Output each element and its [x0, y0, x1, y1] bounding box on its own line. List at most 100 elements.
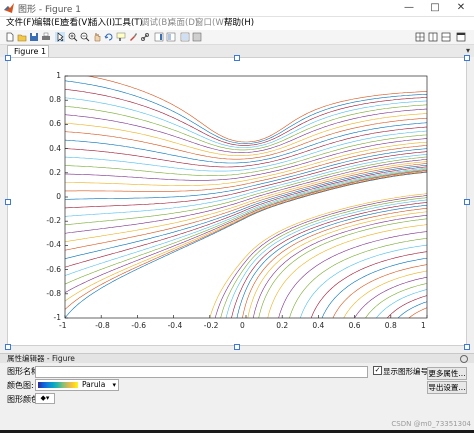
menu-help[interactable]: 帮助(H) — [224, 17, 254, 30]
x-tick-label: 0.2 — [276, 321, 289, 330]
menu-edit[interactable]: 编辑(E) — [34, 17, 63, 30]
x-tick-label: 0.8 — [384, 321, 397, 330]
colormap-swatch — [38, 382, 78, 388]
menu-debug[interactable]: 调试(B) — [141, 17, 170, 30]
legend-icon[interactable] — [166, 32, 176, 42]
resize-handle[interactable] — [464, 199, 470, 205]
resize-handle[interactable] — [5, 55, 11, 61]
zoom-in-icon[interactable] — [68, 32, 78, 42]
menu-bar: 文件(F) 编辑(E) 查看(V) 插入(I) 工具(T) 调试(B) 桌面(D… — [0, 17, 474, 30]
resize-handle[interactable] — [464, 55, 470, 61]
layout-icon[interactable] — [441, 32, 451, 42]
streamline — [214, 195, 427, 318]
resize-handle[interactable] — [5, 199, 11, 205]
streamline — [408, 307, 427, 318]
figure-name-input[interactable] — [35, 366, 368, 378]
x-tick-label: -1 — [59, 321, 67, 330]
y-tick-label: 0.8 — [49, 95, 61, 105]
export-settings-button[interactable]: 导出设置... — [427, 381, 467, 394]
pan-icon[interactable] — [92, 32, 102, 42]
watermark: CSDN @m0_73351304 — [391, 420, 471, 428]
close-button[interactable]: ✕ — [448, 0, 474, 16]
streamline — [310, 251, 427, 318]
save-icon[interactable] — [29, 32, 39, 42]
streamline — [300, 244, 427, 318]
streamline — [65, 138, 427, 181]
menu-view[interactable]: 查看(V) — [61, 17, 90, 30]
y-tick-label: -0.6 — [46, 264, 61, 274]
minimize-button[interactable]: — — [396, 0, 422, 16]
dock-icon[interactable] — [456, 32, 466, 42]
y-tick-label: -0.8 — [46, 288, 61, 298]
resize-handle[interactable] — [464, 344, 470, 350]
x-tick-label: -0.8 — [95, 321, 110, 330]
streamline — [231, 202, 427, 318]
y-tick-label: 0 — [56, 192, 61, 201]
title-bar: 图形 - Figure 1 — □ ✕ — [0, 0, 474, 17]
y-tick-label: -0.4 — [46, 240, 61, 250]
figure-canvas[interactable]: -1 -0.8 -0.6 -0.4 -0.2 0 0.2 0.4 0.6 0.8 1 1 0.8 0.6 0… — [7, 57, 467, 346]
rotate-icon[interactable] — [104, 32, 114, 42]
streamline — [65, 171, 427, 318]
maximize-button[interactable]: □ — [422, 0, 448, 16]
show-plot-tools-icon[interactable] — [192, 32, 202, 42]
x-tick-label: 1 — [421, 321, 426, 330]
y-tick-label: 0.2 — [49, 167, 61, 177]
property-editor-header: 属性编辑器 - Figure — [0, 353, 474, 363]
streamline — [65, 130, 427, 172]
show-number-label: 显示图形编号 — [383, 367, 428, 376]
collapse-icon[interactable] — [460, 355, 468, 363]
streamline — [65, 122, 427, 164]
y-tick-label: 0.6 — [49, 119, 61, 129]
toolbar — [0, 30, 474, 45]
show-number-checkbox[interactable]: ✓ — [373, 366, 382, 375]
streamline — [376, 289, 427, 318]
menu-desktop[interactable]: 桌面(D) — [168, 17, 198, 30]
arrow-icon[interactable] — [55, 32, 65, 42]
streamline — [225, 199, 427, 318]
x-tick-label: 0.4 — [312, 321, 325, 330]
menu-insert[interactable]: 插入(I) — [89, 17, 115, 30]
colorbar-icon[interactable] — [154, 32, 164, 42]
new-icon[interactable] — [5, 32, 15, 42]
figure-color-picker[interactable]: ◆▾ — [35, 393, 55, 404]
more-properties-button[interactable]: 更多属性... — [427, 367, 467, 380]
streamline — [397, 301, 427, 318]
x-tick-label: -0.4 — [167, 321, 183, 330]
streamline — [65, 113, 427, 156]
zoom-out-icon[interactable] — [80, 32, 90, 42]
colormap-name: Parula — [82, 380, 106, 389]
resize-handle[interactable] — [5, 344, 11, 350]
x-tick-label: 0.6 — [348, 321, 361, 330]
tile-icon[interactable] — [415, 32, 425, 42]
y-tick-label: -1 — [53, 313, 61, 322]
streamline — [65, 148, 427, 200]
hide-plot-tools-icon[interactable] — [180, 32, 190, 42]
grid-layout-icon[interactable] — [428, 32, 438, 42]
property-editor-title: 属性编辑器 - Figure — [7, 354, 75, 363]
streamline-plot[interactable] — [8, 58, 466, 345]
streamline — [65, 104, 427, 151]
menu-window[interactable]: 窗口(W) — [195, 17, 227, 30]
link-icon[interactable] — [140, 32, 150, 42]
paint-bucket-icon: ◆▾ — [40, 394, 50, 402]
open-icon[interactable] — [17, 32, 27, 42]
menu-tools[interactable]: 工具(T) — [114, 17, 143, 30]
streamline — [343, 270, 427, 318]
brush-icon[interactable] — [128, 32, 138, 42]
colormap-select[interactable]: Parula ▾ — [35, 379, 119, 391]
streamline — [267, 224, 427, 318]
chevron-down-icon: ▾ — [112, 381, 116, 389]
menu-file[interactable]: 文件(F) — [6, 17, 35, 30]
streamline — [365, 283, 427, 318]
colormap-label: 颜色图: — [7, 381, 34, 390]
tab-menu-arrow[interactable]: ▾ — [466, 46, 470, 55]
tab-figure-1[interactable]: Figure 1 — [7, 45, 49, 57]
matlab-logo-icon — [4, 3, 14, 13]
data-cursor-icon[interactable] — [116, 32, 126, 42]
resize-handle[interactable] — [234, 344, 240, 350]
window-title: 图形 - Figure 1 — [18, 5, 82, 15]
resize-handle[interactable] — [234, 55, 240, 61]
x-tick-label: -0.6 — [131, 321, 147, 330]
print-icon[interactable] — [41, 32, 51, 42]
